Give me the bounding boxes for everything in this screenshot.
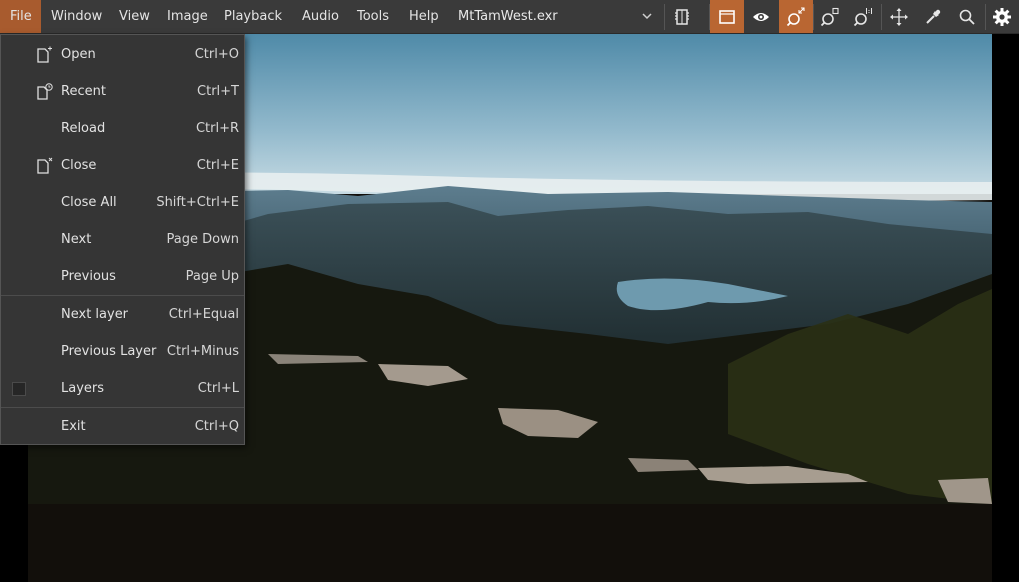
zoom-one-to-one-icon <box>853 7 872 26</box>
file-close-icon <box>37 157 53 174</box>
menu-item-label: Next layer <box>61 307 129 322</box>
menu-item-label: Reload <box>61 121 106 136</box>
search-icon <box>959 9 975 25</box>
menu-item-shortcut: Ctrl+T <box>197 84 239 99</box>
file-menu-dropdown: Open Ctrl+O Recent Ctrl+T Reload Ctrl+R … <box>0 34 245 445</box>
menu-item-shortcut: Ctrl+R <box>195 121 239 136</box>
menu-item-previous-layer[interactable]: Previous Layer Ctrl+Minus <box>1 333 244 370</box>
menu-item-label: Previous <box>61 269 116 284</box>
menu-item-shortcut: Ctrl+Equal <box>168 307 239 322</box>
menu-item-layers[interactable]: Layers Ctrl+L <box>1 370 244 407</box>
menu-item-label: Exit <box>61 419 86 434</box>
menu-view[interactable]: View <box>109 0 160 33</box>
menu-item-shortcut: Ctrl+E <box>196 158 239 173</box>
menu-item-shortcut: Page Up <box>185 269 239 284</box>
menu-item-shortcut: Page Down <box>166 232 239 247</box>
compare-button[interactable] <box>665 0 699 33</box>
menu-item-label: Recent <box>61 84 106 99</box>
zoom-fit-button[interactable] <box>779 0 813 33</box>
menu-item-close-all[interactable]: Close All Shift+Ctrl+E <box>1 184 244 221</box>
search-button[interactable] <box>950 0 984 33</box>
menu-item-label: Layers <box>61 381 105 396</box>
menu-item-shortcut: Ctrl+O <box>194 47 239 62</box>
menu-image[interactable]: Image <box>157 0 218 33</box>
file-recent-icon <box>37 83 53 100</box>
menu-item-label: Close <box>61 158 97 173</box>
file-selector[interactable]: MtTamWest.exr <box>450 0 664 33</box>
settings-button[interactable] <box>985 0 1019 33</box>
eye-icon <box>753 12 769 21</box>
menu-item-open[interactable]: Open Ctrl+O <box>1 36 244 73</box>
frame-button[interactable] <box>710 0 744 33</box>
menu-item-recent[interactable]: Recent Ctrl+T <box>1 73 244 110</box>
move-icon <box>890 7 908 26</box>
eye-button[interactable] <box>744 0 778 33</box>
menu-playback[interactable]: Playback <box>214 0 292 33</box>
menu-bar: File Window View Image Playback Audio To… <box>0 0 1019 34</box>
menu-item-reload[interactable]: Reload Ctrl+R <box>1 110 244 147</box>
menu-window[interactable]: Window <box>41 0 112 33</box>
menu-item-exit[interactable]: Exit Ctrl+Q <box>1 408 244 445</box>
menu-item-next-layer[interactable]: Next layer Ctrl+Equal <box>1 296 244 333</box>
menu-item-label: Previous Layer <box>61 344 157 359</box>
file-selector-value: MtTamWest.exr <box>458 9 558 24</box>
menu-item-label: Open <box>61 47 96 62</box>
menu-item-shortcut: Ctrl+L <box>197 381 239 396</box>
menu-item-shortcut: Ctrl+Minus <box>166 344 239 359</box>
menu-file[interactable]: File <box>0 0 41 33</box>
gear-icon <box>993 7 1011 26</box>
eyedropper-button[interactable] <box>916 0 950 33</box>
menu-audio[interactable]: Audio <box>292 0 349 33</box>
menu-item-shortcut: Shift+Ctrl+E <box>156 195 239 210</box>
zoom-box-icon <box>820 7 839 26</box>
file-new-icon <box>37 46 52 63</box>
zoom-box-button[interactable] <box>813 0 847 33</box>
menu-tools[interactable]: Tools <box>347 0 399 33</box>
menu-item-label: Next <box>61 232 92 247</box>
menu-item-next[interactable]: Next Page Down <box>1 221 244 258</box>
zoom-one-to-one-button[interactable] <box>846 0 880 33</box>
frame-icon <box>719 9 735 24</box>
menu-item-previous[interactable]: Previous Page Up <box>1 258 244 295</box>
eyedropper-icon <box>926 9 941 24</box>
menu-item-shortcut: Ctrl+Q <box>194 419 239 434</box>
zoom-fit-icon <box>786 6 805 26</box>
move-button[interactable] <box>882 0 916 33</box>
menu-item-close[interactable]: Close Ctrl+E <box>1 147 244 184</box>
chevron-down-icon <box>642 13 652 20</box>
menu-item-label: Close All <box>61 195 117 210</box>
layers-checkbox[interactable] <box>12 382 26 396</box>
compare-icon <box>675 8 689 25</box>
menu-help[interactable]: Help <box>399 0 449 33</box>
